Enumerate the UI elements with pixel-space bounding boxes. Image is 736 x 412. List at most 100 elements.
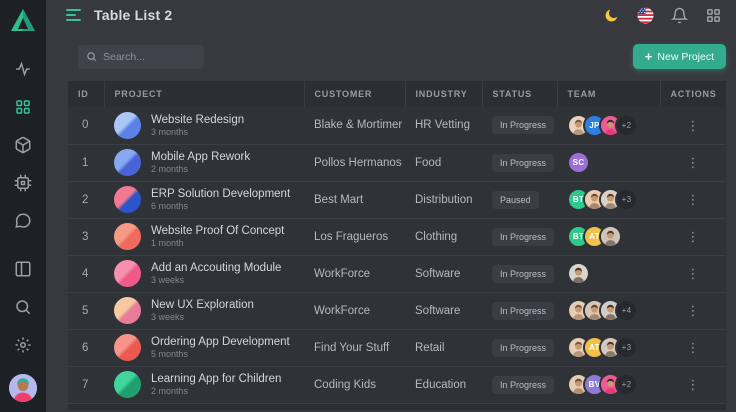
col-header-id[interactable]: ID bbox=[68, 81, 104, 107]
table-row[interactable]: 5New UX Exploration3 weeksWorkForceSoftw… bbox=[68, 292, 726, 329]
sidebar-item-layout[interactable] bbox=[13, 259, 33, 279]
team-extra-count[interactable]: +4 bbox=[615, 299, 638, 322]
status-badge: In Progress bbox=[492, 154, 554, 172]
team-avatar-stack: BTAT bbox=[567, 225, 650, 248]
team-member-photo bbox=[569, 264, 588, 283]
menu-toggle-icon[interactable] bbox=[66, 9, 84, 21]
cell-customer: Coding Kids bbox=[304, 366, 405, 403]
projects-table-wrap: ID PROJECT CUSTOMER INDUSTRY STATUS TEAM… bbox=[68, 81, 726, 410]
table-row[interactable]: 3Website Proof Of Concept1 monthLos Frag… bbox=[68, 218, 726, 255]
cell-status: In Progress bbox=[482, 292, 557, 329]
row-menu-button[interactable]: ⋮ bbox=[681, 376, 706, 393]
row-menu-button[interactable]: ⋮ bbox=[681, 302, 706, 319]
team-extra-count[interactable]: +2 bbox=[615, 373, 638, 396]
language-selector[interactable] bbox=[636, 6, 654, 24]
row-menu-button[interactable]: ⋮ bbox=[681, 191, 706, 208]
cell-id: 4 bbox=[68, 255, 104, 292]
app-logo-icon[interactable] bbox=[10, 8, 36, 32]
cell-status: In Progress bbox=[482, 218, 557, 255]
table-row[interactable]: 7Learning App for Children2 monthsCoding… bbox=[68, 366, 726, 403]
cell-industry: Retail bbox=[405, 329, 482, 366]
project-avatar-icon bbox=[114, 223, 141, 250]
cell-team bbox=[557, 255, 660, 292]
cell-actions: ⋮ bbox=[660, 107, 726, 144]
row-menu-button[interactable]: ⋮ bbox=[681, 228, 706, 245]
project-name[interactable]: Website Redesign bbox=[151, 113, 244, 127]
sidebar-item-activity[interactable] bbox=[13, 59, 33, 79]
project-duration: 2 months bbox=[151, 386, 281, 397]
cell-team: BT+3 bbox=[557, 181, 660, 218]
col-header-project[interactable]: PROJECT bbox=[104, 81, 304, 107]
cell-status: In Progress bbox=[482, 366, 557, 403]
team-member-avatar[interactable] bbox=[599, 225, 622, 248]
table-row[interactable]: 0Website Redesign3 monthsBlake & Mortime… bbox=[68, 107, 726, 144]
team-avatar-stack: BV+2 bbox=[567, 373, 650, 396]
search-icon bbox=[14, 298, 32, 316]
project-duration: 3 months bbox=[151, 127, 244, 138]
project-name[interactable]: Mobile App Rework bbox=[151, 150, 250, 164]
new-project-button[interactable]: + New Project bbox=[633, 44, 726, 69]
project-name[interactable]: Ordering App Development bbox=[151, 335, 290, 349]
row-menu-button[interactable]: ⋮ bbox=[681, 265, 706, 282]
cell-customer: WorkForce bbox=[304, 292, 405, 329]
cell-status: In Progress bbox=[482, 107, 557, 144]
project-name[interactable]: ERP Solution Development bbox=[151, 187, 290, 201]
apps-menu-button[interactable] bbox=[704, 6, 722, 24]
topbar-actions bbox=[602, 6, 722, 24]
moon-icon bbox=[603, 7, 620, 24]
notifications-button[interactable] bbox=[670, 6, 688, 24]
search-box[interactable] bbox=[78, 45, 204, 69]
project-duration: 6 months bbox=[151, 201, 290, 212]
table-row[interactable]: 4Add an Accouting Module3 weeksWorkForce… bbox=[68, 255, 726, 292]
sidebar-item-search[interactable] bbox=[13, 297, 33, 317]
cell-customer: Find Your Stuff bbox=[304, 329, 405, 366]
user-avatar[interactable] bbox=[9, 374, 37, 402]
plus-icon: + bbox=[645, 50, 653, 63]
team-member-avatar[interactable]: SC bbox=[567, 151, 590, 174]
cell-id: 1 bbox=[68, 144, 104, 181]
team-avatar-stack: JP+2 bbox=[567, 114, 650, 137]
col-header-team[interactable]: TEAM bbox=[557, 81, 660, 107]
team-extra-count[interactable]: +2 bbox=[615, 114, 638, 137]
project-avatar-icon bbox=[114, 297, 141, 324]
activity-icon bbox=[14, 60, 32, 78]
sidebar-item-packages[interactable] bbox=[13, 135, 33, 155]
row-menu-button[interactable]: ⋮ bbox=[681, 154, 706, 171]
team-avatar-stack: BT+3 bbox=[567, 188, 650, 211]
cell-actions: ⋮ bbox=[660, 292, 726, 329]
project-duration: 5 months bbox=[151, 349, 290, 360]
cell-actions: ⋮ bbox=[660, 329, 726, 366]
col-header-actions[interactable]: ACTIONS bbox=[660, 81, 726, 107]
project-name[interactable]: Website Proof Of Concept bbox=[151, 224, 284, 238]
project-name[interactable]: Learning App for Children bbox=[151, 372, 281, 386]
dark-mode-toggle[interactable] bbox=[602, 6, 620, 24]
team-avatar-stack: SC bbox=[567, 151, 650, 174]
col-header-industry[interactable]: INDUSTRY bbox=[405, 81, 482, 107]
sidebar-item-cpu[interactable] bbox=[13, 173, 33, 193]
team-extra-count[interactable]: +3 bbox=[615, 188, 638, 211]
table-toolbar: + New Project bbox=[46, 30, 736, 69]
table-header-row: ID PROJECT CUSTOMER INDUSTRY STATUS TEAM… bbox=[68, 81, 726, 107]
project-avatar-icon bbox=[114, 260, 141, 287]
sidebar-item-chat[interactable] bbox=[13, 211, 33, 231]
sidebar-item-dashboard[interactable] bbox=[13, 97, 33, 117]
search-input[interactable] bbox=[103, 51, 196, 63]
project-name[interactable]: Add an Accouting Module bbox=[151, 261, 281, 275]
team-extra-count[interactable]: +3 bbox=[615, 336, 638, 359]
project-avatar-icon bbox=[114, 112, 141, 139]
layout-columns-icon bbox=[14, 260, 32, 278]
col-header-status[interactable]: STATUS bbox=[482, 81, 557, 107]
row-menu-button[interactable]: ⋮ bbox=[681, 339, 706, 356]
table-row[interactable]: 6Ordering App Development5 monthsFind Yo… bbox=[68, 329, 726, 366]
cell-project: Learning App for Children2 months bbox=[104, 366, 304, 403]
cell-status: In Progress bbox=[482, 255, 557, 292]
table-row[interactable]: 1Mobile App Rework2 monthsPollos Hermano… bbox=[68, 144, 726, 181]
team-member-avatar[interactable] bbox=[567, 262, 590, 285]
col-header-customer[interactable]: CUSTOMER bbox=[304, 81, 405, 107]
project-name[interactable]: New UX Exploration bbox=[151, 298, 254, 312]
table-row[interactable]: 2ERP Solution Development6 monthsBest Ma… bbox=[68, 181, 726, 218]
cell-project: Add an Accouting Module3 weeks bbox=[104, 255, 304, 292]
row-menu-button[interactable]: ⋮ bbox=[681, 117, 706, 134]
cell-actions: ⋮ bbox=[660, 144, 726, 181]
sidebar-item-settings[interactable] bbox=[13, 335, 33, 355]
